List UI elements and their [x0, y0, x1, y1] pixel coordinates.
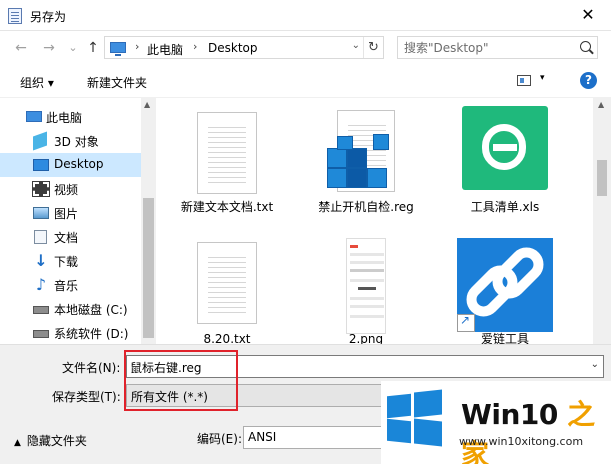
pictures-icon — [33, 207, 49, 219]
search-box[interactable] — [397, 36, 598, 59]
scrollbar-thumb[interactable] — [597, 160, 607, 196]
recent-locations-button[interactable]: ⌄ — [64, 39, 82, 57]
shortcut-arrow-icon — [457, 313, 475, 332]
watermark-brand: Win10 之家 — [461, 393, 611, 464]
3d-objects-icon — [33, 131, 47, 151]
filename-label: 文件名(N): — [62, 361, 121, 375]
filetype-label: 保存类型(T): — [52, 390, 121, 404]
breadcrumb-separator[interactable]: › — [135, 40, 139, 53]
help-button[interactable]: ? — [580, 72, 597, 89]
address-dropdown-button[interactable]: ⌄ — [352, 40, 360, 51]
file-list-scrollbar[interactable]: ▲ — [593, 98, 611, 344]
file-name: 爱链工具 — [480, 332, 529, 344]
notepad-icon — [8, 8, 22, 24]
file-item[interactable]: 新建文本文档.txt — [172, 104, 282, 214]
link-shortcut-icon — [457, 238, 553, 332]
image-file-icon — [346, 238, 386, 334]
window-title: 另存为 — [30, 10, 67, 24]
sidebar-item-this-pc[interactable]: 此电脑 — [0, 105, 141, 129]
music-icon: ♪ — [35, 275, 47, 294]
scroll-up-arrow[interactable]: ▲ — [598, 100, 604, 109]
file-name: 工具清单.xls — [470, 200, 540, 214]
file-list: 新建文本文档.txt 禁止开机自检.reg 工具清单.xls 8.20.txt … — [156, 98, 593, 344]
computer-icon — [26, 111, 42, 122]
view-dropdown-button[interactable]: ▾ — [540, 73, 545, 83]
sidebar-item-label: 文档 — [54, 231, 79, 245]
command-bar: 组织 ▾ 新建文件夹 ▾ ? — [0, 64, 611, 98]
windows-logo-icon — [387, 389, 443, 447]
view-options-icon[interactable] — [517, 75, 531, 86]
encoding-label: 编码(E): — [197, 432, 242, 446]
navigation-pane: 此电脑 3D 对象 Desktop 视频 图片 文档 ↓ 下载 ♪ 音乐 本地磁… — [0, 98, 141, 344]
text-file-icon — [197, 242, 257, 324]
title-bar: 另存为 ✕ — [0, 0, 611, 31]
sidebar-item-label: 系统软件 (D:) — [54, 327, 129, 341]
sidebar-item-label: 下载 — [54, 255, 79, 269]
hide-folders-button[interactable]: ▲ 隐藏文件夹 — [14, 432, 87, 449]
local-disk-icon — [33, 306, 49, 314]
back-button[interactable]: ← — [12, 39, 30, 57]
sidebar-item-system-software-d[interactable]: 系统软件 (D:) — [0, 321, 141, 344]
documents-icon — [34, 230, 47, 244]
watermark-url: www.win10xitong.com — [459, 435, 584, 448]
address-bar: ← → ⌄ ↑ › 此电脑 › Desktop ⌄ ↻ — [0, 31, 611, 64]
sidebar-item-documents[interactable]: 文档 — [0, 225, 141, 249]
search-input[interactable] — [404, 40, 569, 56]
refresh-button[interactable]: ↻ — [363, 37, 383, 58]
hide-folders-label: 隐藏文件夹 — [26, 434, 87, 448]
new-folder-button[interactable]: 新建文件夹 — [87, 74, 147, 91]
file-item[interactable]: 爱链工具 — [450, 238, 560, 344]
sidebar-item-label: 3D 对象 — [54, 135, 99, 149]
sidebar-item-downloads[interactable]: ↓ 下载 — [0, 249, 141, 273]
encoding-select[interactable]: ANSI — [243, 426, 383, 449]
file-name: 禁止开机自检.reg — [318, 200, 414, 214]
annotation-highlight-box — [124, 350, 238, 411]
sidebar-item-label: 音乐 — [54, 279, 79, 293]
breadcrumb-desktop[interactable]: Desktop — [208, 41, 258, 55]
sidebar-item-pictures[interactable]: 图片 — [0, 201, 141, 225]
sidebar-item-label: 本地磁盘 (C:) — [54, 303, 128, 317]
watermark-brand-prefix: Win10 — [461, 398, 558, 431]
breadcrumb-this-pc[interactable]: 此电脑 — [147, 41, 183, 58]
download-icon: ↓ — [34, 251, 48, 270]
search-icon[interactable] — [580, 41, 591, 52]
sidebar-item-local-disk-c[interactable]: 本地磁盘 (C:) — [0, 297, 141, 321]
scrollbar-thumb[interactable] — [143, 198, 154, 338]
scroll-up-arrow[interactable]: ▲ — [144, 100, 150, 109]
spreadsheet-icon — [462, 106, 548, 190]
file-item[interactable]: 工具清单.xls — [450, 104, 560, 214]
forward-button[interactable]: → — [40, 39, 58, 57]
sidebar-item-music[interactable]: ♪ 音乐 — [0, 273, 141, 297]
computer-icon — [110, 42, 126, 56]
file-item[interactable]: 2.png — [311, 238, 421, 344]
address-box[interactable]: › 此电脑 › Desktop ⌄ ↻ — [104, 36, 384, 59]
caret-up-icon: ▲ — [14, 438, 21, 448]
registry-file-icon — [321, 110, 401, 194]
sidebar-item-label: 此电脑 — [46, 111, 83, 125]
up-button[interactable]: ↑ — [84, 39, 102, 57]
sidebar-item-3d-objects[interactable]: 3D 对象 — [0, 129, 141, 153]
close-button[interactable]: ✕ — [565, 0, 611, 31]
breadcrumb-separator[interactable]: › — [193, 40, 197, 53]
drive-icon — [33, 330, 49, 338]
desktop-icon — [33, 159, 49, 171]
file-item[interactable]: 禁止开机自检.reg — [311, 104, 421, 234]
sidebar-item-desktop[interactable]: Desktop — [0, 153, 141, 177]
filename-dropdown-button[interactable]: ⌄ — [591, 359, 599, 370]
file-name: 8.20.txt — [203, 332, 251, 344]
sidebar-item-label: 图片 — [54, 207, 79, 221]
sidebar-item-label: Desktop — [54, 157, 104, 171]
sidebar-item-label: 视频 — [54, 183, 79, 197]
file-item[interactable]: 8.20.txt — [172, 238, 282, 344]
file-name: 新建文本文档.txt — [180, 200, 274, 214]
video-icon — [32, 181, 50, 197]
organize-button[interactable]: 组织 ▾ — [20, 74, 54, 91]
navigation-pane-scrollbar[interactable]: ▲ — [141, 98, 156, 344]
sidebar-item-videos[interactable]: 视频 — [0, 177, 141, 201]
file-name: 2.png — [348, 332, 384, 344]
text-file-icon — [197, 112, 257, 194]
watermark: Win10 之家 www.win10xitong.com — [381, 381, 611, 464]
encoding-value: ANSI — [248, 430, 277, 444]
